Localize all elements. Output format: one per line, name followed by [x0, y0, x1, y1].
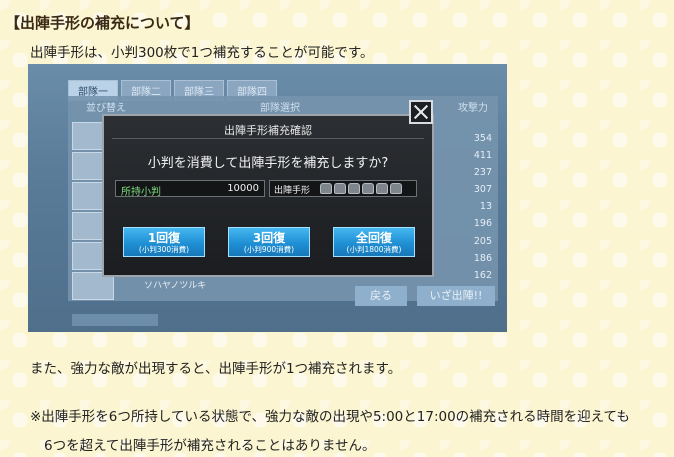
attack-value: 354: [473, 133, 492, 144]
close-icon[interactable]: [409, 100, 433, 124]
attack-values: 354 411 237 307 13 196 205 186 162: [470, 130, 492, 284]
recover-1-label: 1回復: [147, 231, 181, 245]
attack-value: 307: [473, 184, 492, 196]
party-select-header: 部隊選択: [260, 103, 300, 114]
recover-1-cost: (小判300消費): [138, 245, 190, 254]
pass-ticket-icon: [320, 183, 332, 194]
bottom-menu-button[interactable]: [72, 314, 158, 326]
pass-ticket-icon: [390, 183, 402, 194]
pass-display: 出陣手形: [269, 180, 417, 197]
section-heading: 【出陣手形の補充について】: [5, 14, 200, 32]
pass-ticket-icon: [334, 183, 346, 194]
attack-value: 162: [473, 269, 492, 281]
recover-1-button[interactable]: 1回復 (小判300消費): [123, 227, 205, 257]
recover-3-label: 3回復: [252, 231, 286, 245]
attack-header: 攻撃力: [458, 103, 488, 114]
attack-value: 237: [473, 167, 492, 179]
game-screenshot: 部隊一 部隊二 部隊三 部隊四 並び替え 部隊選択 攻撃力 354 411 23…: [28, 64, 507, 332]
attack-value: 13: [479, 201, 492, 213]
recover-all-button[interactable]: 全回復 (小判1800消費): [333, 227, 415, 257]
refill-confirm-dialog: 出陣手形補充確認 小判を消費して出陣手形を補充しますか? 所持小判 10000 …: [102, 114, 434, 277]
coins-label: 所持小判: [121, 187, 161, 198]
recover-3-cost: (小判900消費): [243, 245, 295, 254]
pass-icons: [320, 183, 402, 194]
pass-label: 出陣手形: [274, 186, 311, 196]
recover-3-button[interactable]: 3回復 (小判900消費): [228, 227, 310, 257]
pass-ticket-icon: [348, 183, 360, 194]
pass-ticket-icon: [362, 183, 374, 194]
character-name: ソハヤノツルキ: [144, 281, 207, 291]
dialog-title: 出陣手形補充確認: [224, 124, 312, 137]
sortie-button[interactable]: いざ出陣!!: [417, 286, 495, 306]
attack-value: 205: [473, 235, 492, 247]
attack-value: 411: [473, 150, 492, 162]
recover-all-cost: (小判1800消費): [346, 245, 402, 254]
note-line-1: ※出陣手形を6つ所持している状態で、強力な敵の出現や5:00と17:00の補充さ…: [30, 409, 630, 425]
sort-header[interactable]: 並び替え: [86, 99, 126, 114]
coins-display: 所持小判 10000: [115, 180, 265, 198]
intro-paragraph: 出陣手形は、小判300枚で1つ補充することが可能です。: [30, 45, 374, 61]
attack-value: 186: [473, 252, 492, 264]
recover-all-label: 全回復: [355, 231, 392, 245]
pass-ticket-icon: [376, 183, 388, 194]
dialog-question: 小判を消費して出陣手形を補充しますか?: [147, 156, 389, 171]
coins-value: 10000: [227, 183, 259, 194]
strong-enemy-paragraph: また、強力な敵が出現すると、出陣手形が1つ補充されます。: [30, 361, 402, 377]
dialog-divider: [112, 138, 424, 139]
note-line-2: 6つを超えて出陣手形が補充されることはありません。: [44, 438, 376, 454]
back-button[interactable]: 戻る: [355, 286, 407, 306]
attack-value: 196: [473, 218, 492, 230]
